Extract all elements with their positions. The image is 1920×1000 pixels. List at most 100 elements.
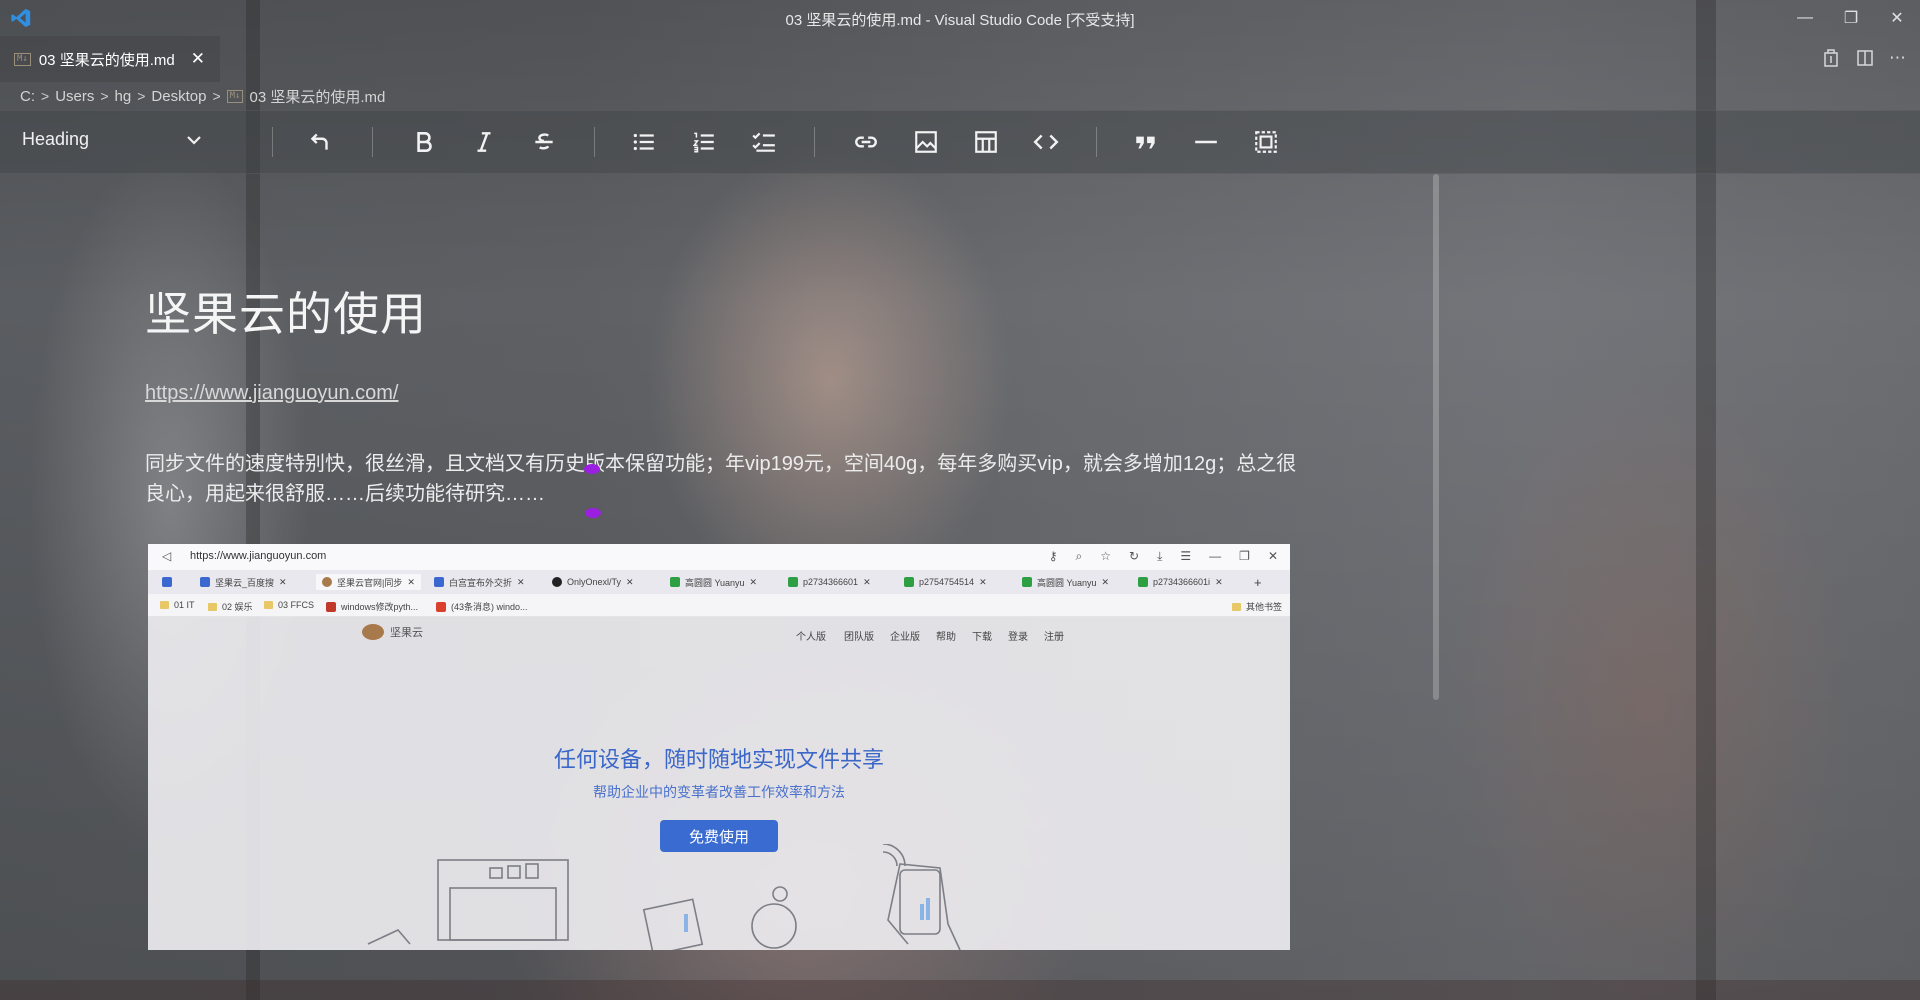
star-icon: ☆ [1100, 549, 1112, 563]
menu-icon: ☰ [1180, 549, 1192, 563]
chevron-right-icon: > [137, 88, 146, 104]
window-title: 03 坚果云的使用.md - Visual Studio Code [不受支持] [785, 12, 1135, 29]
undo-button[interactable] [302, 125, 338, 159]
zoom-icon: ⌕ [1075, 549, 1083, 563]
embedded-screenshot-image: ◁ https://www.jianguoyun.com ⚷ ⌕ ☆ ↻ ⤓ ☰… [148, 544, 1290, 950]
nut-icon [362, 624, 384, 640]
chevron-down-icon [187, 135, 201, 145]
markdown-file-icon: M↓ [226, 89, 244, 103]
code-icon [1033, 134, 1059, 150]
site-nav-item: 个人版 [796, 632, 826, 643]
toolbar-divider [372, 127, 373, 157]
jianguoyun-link[interactable]: https://www.jianguoyun.com/ [145, 382, 398, 405]
devices-illustration [367, 844, 961, 950]
image-icon [915, 131, 937, 153]
editor-tab-bar: M↓ 03 坚果云的使用.md ✕ ⋯ [0, 36, 1920, 82]
italic-button[interactable] [466, 125, 502, 159]
cursor-marker [585, 508, 601, 518]
markdown-file-icon: M↓ [14, 52, 31, 66]
restore-icon: ❐ [1239, 549, 1250, 563]
quote-button[interactable] [1128, 125, 1164, 159]
toolbar-divider [814, 127, 815, 157]
horizontal-rule-button[interactable] [1188, 125, 1224, 159]
split-editor-icon[interactable] [1855, 48, 1875, 73]
numbered-list-button[interactable] [686, 125, 722, 159]
link-button[interactable] [848, 125, 884, 159]
close-icon: ✕ [1267, 549, 1278, 563]
bullet-list-button[interactable] [626, 125, 662, 159]
minimize-icon[interactable]: — [1782, 0, 1828, 36]
bottom-edge [0, 980, 1920, 1000]
back-arrow-icon: ◁ [162, 549, 172, 563]
bold-icon [417, 132, 432, 152]
breadcrumb-item[interactable]: Users [55, 88, 94, 105]
bookmark: 其他书签 [1232, 600, 1282, 613]
screenshot-tab: 坚果云_百度搜 ✕ [200, 574, 287, 590]
select-all-icon [1255, 131, 1277, 153]
paw-icon [162, 574, 172, 590]
image-button[interactable] [908, 125, 944, 159]
strikethrough-button[interactable] [526, 125, 562, 159]
screenshot-tab: p2734366601i ✕ [1138, 574, 1223, 590]
minimize-icon: — [1209, 549, 1222, 563]
italic-icon [477, 132, 491, 152]
task-list-button[interactable] [746, 125, 782, 159]
heading-label: Heading [22, 129, 90, 149]
strikethrough-icon [535, 133, 553, 150]
table-icon [975, 131, 997, 153]
jianguoyun-logo: 坚果云 [362, 624, 423, 640]
site-nav-item: 帮助 [936, 632, 956, 643]
site-nav-item: 登录 [1008, 632, 1028, 643]
tab-03-jianguoyun-md[interactable]: M↓ 03 坚果云的使用.md ✕ [0, 36, 220, 82]
title-bar: 03 坚果云的使用.md - Visual Studio Code [不受支持]… [0, 0, 1920, 36]
bookmark: (43条消息) windo... [436, 600, 528, 613]
screenshot-tab: 白宫宣布外交折 ✕ [434, 574, 525, 590]
code-button[interactable] [1028, 125, 1064, 159]
cursor-marker [584, 464, 600, 474]
horizontal-rule-icon [1195, 140, 1217, 144]
numbered-list-icon [692, 132, 714, 153]
bookmark: windows修改pyth... [326, 600, 418, 613]
breadcrumb-item[interactable]: 03 坚果云的使用.md [249, 86, 385, 107]
chevron-right-icon: > [41, 88, 50, 104]
checklist-icon [752, 132, 775, 152]
screenshot-browser-actions: ⚷ ⌕ ☆ ↻ ⤓ ☰ — ❐ ✕ [1049, 549, 1278, 564]
toolbar-divider [272, 127, 273, 157]
screenshot-tab-strip: 坚果云_百度搜 ✕ 坚果云官网|同步 ✕ 白宫宣布外交折 ✕ OnlyOnexl… [148, 570, 1290, 594]
screenshot-url: https://www.jianguoyun.com [190, 550, 327, 562]
heading-dropdown[interactable]: Heading [22, 129, 203, 150]
screenshot-hero-title: 任何设备，随时随地实现文件共享 [553, 747, 884, 772]
breadcrumb-item[interactable]: C: [20, 88, 35, 105]
toggle-preview-button[interactable] [1248, 125, 1284, 159]
document-paragraph: 同步文件的速度特别快，很丝滑，且文档又有历史版本保留功能；年vip199元，空间… [145, 453, 1297, 505]
screenshot-tab: p2734366601 ✕ [788, 574, 871, 590]
breadcrumb-item[interactable]: Desktop [151, 88, 206, 105]
site-nav-item: 企业版 [890, 632, 920, 643]
table-button[interactable] [968, 125, 1004, 159]
editor-actions: ⋯ [1821, 48, 1906, 73]
document-title: 坚果云的使用 [145, 288, 427, 340]
screenshot-tab: OnlyOnexl/Ty ✕ [552, 574, 634, 590]
chevron-right-icon: > [212, 88, 221, 104]
restore-icon[interactable]: ❐ [1828, 0, 1874, 36]
markdown-toolbar: Heading [0, 110, 1920, 174]
bookmark: 02 娱乐 [208, 600, 253, 613]
close-window-icon[interactable]: ✕ [1874, 0, 1920, 36]
bold-button[interactable] [406, 125, 442, 159]
breadcrumb-item[interactable]: hg [115, 88, 132, 105]
screenshot-site-nav: 坚果云 个人版 团队版 企业版 帮助 下载 登录 注册 [148, 616, 1290, 652]
open-changes-icon[interactable] [1821, 48, 1841, 73]
link-icon [855, 136, 877, 148]
tab-label: 03 坚果云的使用.md [38, 51, 175, 69]
chevron-right-icon: > [100, 88, 109, 104]
download-icon: ⤓ [1157, 549, 1163, 563]
site-nav-item: 注册 [1044, 632, 1064, 643]
screenshot-tab: p2754754514 ✕ [904, 574, 987, 590]
screenshot-tab: 高圆圆 Yuanyu ✕ [1022, 574, 1109, 590]
quote-icon [1136, 136, 1155, 149]
screenshot-tab: 高圆圆 Yuanyu ✕ [670, 574, 757, 590]
more-actions-icon[interactable]: ⋯ [1889, 48, 1906, 73]
editor-scrollbar[interactable] [1433, 174, 1439, 700]
close-tab-icon[interactable]: ✕ [191, 49, 205, 69]
bookmark: 01 IT [160, 600, 195, 610]
